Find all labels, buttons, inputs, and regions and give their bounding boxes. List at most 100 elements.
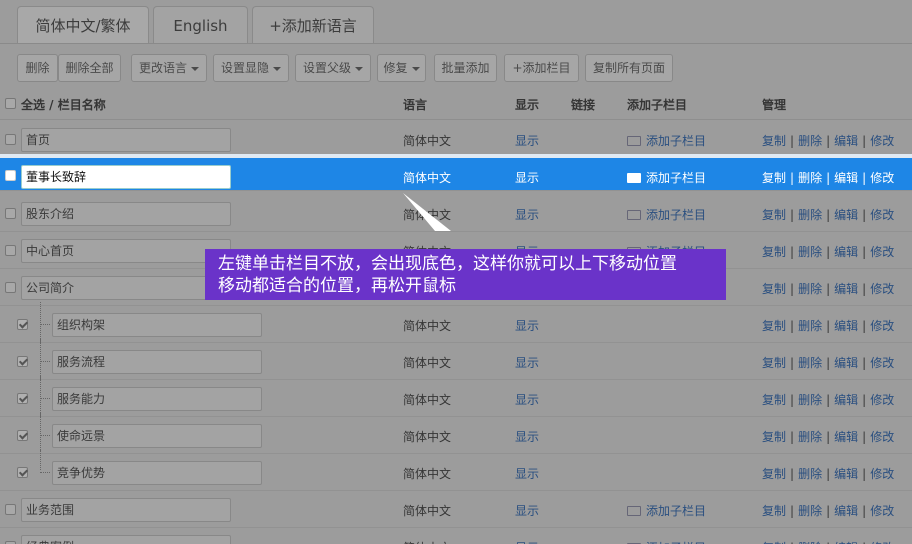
copy-link[interactable]: 复制	[762, 171, 786, 185]
delete-link[interactable]: 删除	[798, 208, 822, 222]
column-name-input[interactable]: 使命远景	[52, 424, 262, 448]
edit-link[interactable]: 编辑	[834, 430, 858, 444]
copy-link[interactable]: 复制	[762, 134, 786, 148]
select-all-checkbox[interactable]	[5, 98, 16, 109]
modify-link[interactable]: 修改	[870, 171, 894, 185]
add-subcolumn-link[interactable]: 添加子栏目	[627, 132, 706, 149]
change-language-dropdown[interactable]: 更改语言	[131, 54, 207, 82]
edit-link[interactable]: 编辑	[834, 245, 858, 259]
set-visibility-dropdown[interactable]: 设置显隐	[213, 54, 289, 82]
column-name-input[interactable]: 组织构架	[52, 313, 262, 337]
row-display-link[interactable]: 显示	[515, 132, 539, 149]
table-row[interactable]: 组织构架 简体中文 显示 复制 | 删除 | 编辑 | 修改	[0, 302, 912, 343]
delete-all-button[interactable]: 删除全部	[58, 54, 121, 82]
delete-button[interactable]: 删除	[17, 54, 58, 82]
row-checkbox[interactable]	[5, 504, 16, 515]
copy-link[interactable]: 复制	[762, 319, 786, 333]
column-name-input[interactable]: 经典案例	[21, 535, 231, 544]
modify-link[interactable]: 修改	[870, 356, 894, 370]
table-row[interactable]: 使命远景 简体中文 显示 复制 | 删除 | 编辑 | 修改	[0, 413, 912, 454]
copy-link[interactable]: 复制	[762, 282, 786, 296]
row-checkbox[interactable]	[17, 393, 28, 404]
add-subcolumn-link[interactable]: 添加子栏目	[627, 169, 706, 186]
tab-english[interactable]: English	[153, 6, 248, 44]
column-name-input[interactable]: 中心首页	[21, 239, 231, 263]
column-name-input[interactable]: 竞争优势	[52, 461, 262, 485]
batch-add-button[interactable]: 批量添加	[434, 54, 497, 82]
table-row[interactable]: 竞争优势 简体中文 显示 复制 | 删除 | 编辑 | 修改	[0, 450, 912, 491]
modify-link[interactable]: 修改	[870, 430, 894, 444]
copy-link[interactable]: 复制	[762, 467, 786, 481]
copy-all-pages-button[interactable]: 复制所有页面	[585, 54, 673, 82]
table-row[interactable]: 董事长致辞 简体中文 显示 添加子栏目 复制 | 删除 | 编辑 | 修改	[0, 154, 912, 191]
row-checkbox[interactable]	[5, 208, 16, 219]
table-row[interactable]: 服务能力 简体中文 显示 复制 | 删除 | 编辑 | 修改	[0, 376, 912, 417]
row-display-link[interactable]: 显示	[515, 354, 539, 371]
copy-link[interactable]: 复制	[762, 430, 786, 444]
copy-link[interactable]: 复制	[762, 504, 786, 518]
copy-link[interactable]: 复制	[762, 245, 786, 259]
column-name-input[interactable]: 服务能力	[52, 387, 262, 411]
row-display-link[interactable]: 显示	[515, 465, 539, 482]
modify-link[interactable]: 修改	[870, 467, 894, 481]
edit-link[interactable]: 编辑	[834, 134, 858, 148]
add-subcolumn-link[interactable]: 添加子栏目	[627, 539, 706, 544]
edit-link[interactable]: 编辑	[834, 467, 858, 481]
column-name-input[interactable]: 公司简介	[21, 276, 231, 300]
edit-link[interactable]: 编辑	[834, 393, 858, 407]
delete-link[interactable]: 删除	[798, 134, 822, 148]
modify-link[interactable]: 修改	[870, 245, 894, 259]
table-row[interactable]: 服务流程 简体中文 显示 复制 | 删除 | 编辑 | 修改	[0, 339, 912, 380]
delete-link[interactable]: 删除	[798, 282, 822, 296]
table-row[interactable]: 业务范围 简体中文 显示 添加子栏目 复制 | 删除 | 编辑 | 修改	[0, 491, 912, 528]
add-subcolumn-link[interactable]: 添加子栏目	[627, 206, 706, 223]
set-parent-dropdown[interactable]: 设置父级	[295, 54, 371, 82]
row-checkbox[interactable]	[5, 282, 16, 293]
row-display-link[interactable]: 显示	[515, 428, 539, 445]
add-column-button[interactable]: +添加栏目	[504, 54, 579, 82]
modify-link[interactable]: 修改	[870, 208, 894, 222]
row-display-link[interactable]: 显示	[515, 169, 539, 186]
row-display-link[interactable]: 显示	[515, 317, 539, 334]
repair-dropdown[interactable]: 修复	[377, 54, 426, 82]
tab-simplified-chinese[interactable]: 简体中文/繁体	[17, 6, 149, 44]
table-row[interactable]: 经典案例 简体中文 显示 添加子栏目 复制|删除|编辑|修改	[0, 528, 912, 544]
row-checkbox[interactable]	[17, 467, 28, 478]
edit-link[interactable]: 编辑	[834, 319, 858, 333]
delete-link[interactable]: 删除	[798, 171, 822, 185]
modify-link[interactable]: 修改	[870, 282, 894, 296]
row-checkbox[interactable]	[17, 430, 28, 441]
edit-link[interactable]: 编辑	[834, 504, 858, 518]
delete-link[interactable]: 删除	[798, 467, 822, 481]
modify-link[interactable]: 修改	[870, 393, 894, 407]
row-checkbox[interactable]	[5, 245, 16, 256]
copy-link[interactable]: 复制	[762, 208, 786, 222]
column-name-input[interactable]: 股东介绍	[21, 202, 231, 226]
table-row[interactable]: 首页 简体中文 显示 添加子栏目 复制 | 删除 | 编辑 | 修改	[0, 121, 912, 158]
edit-link[interactable]: 编辑	[834, 208, 858, 222]
row-checkbox[interactable]	[5, 134, 16, 145]
edit-link[interactable]: 编辑	[834, 356, 858, 370]
column-name-input[interactable]: 服务流程	[52, 350, 262, 374]
column-name-input[interactable]: 首页	[21, 128, 231, 152]
row-display-link[interactable]: 显示	[515, 206, 539, 223]
row-checkbox[interactable]	[5, 170, 16, 181]
tab-add-language[interactable]: +添加新语言	[252, 6, 374, 44]
modify-link[interactable]: 修改	[870, 319, 894, 333]
delete-link[interactable]: 删除	[798, 430, 822, 444]
row-display-link[interactable]: 显示	[515, 391, 539, 408]
modify-link[interactable]: 修改	[870, 504, 894, 518]
column-name-input[interactable]: 业务范围	[21, 498, 231, 522]
delete-link[interactable]: 删除	[798, 504, 822, 518]
row-display-link[interactable]: 显示	[515, 502, 539, 519]
row-checkbox[interactable]	[17, 319, 28, 330]
row-display-link[interactable]: 显示	[515, 539, 539, 544]
column-name-input[interactable]: 董事长致辞	[21, 165, 231, 189]
edit-link[interactable]: 编辑	[834, 282, 858, 296]
delete-link[interactable]: 删除	[798, 393, 822, 407]
modify-link[interactable]: 修改	[870, 134, 894, 148]
delete-link[interactable]: 删除	[798, 319, 822, 333]
delete-link[interactable]: 删除	[798, 245, 822, 259]
delete-link[interactable]: 删除	[798, 356, 822, 370]
copy-link[interactable]: 复制	[762, 393, 786, 407]
